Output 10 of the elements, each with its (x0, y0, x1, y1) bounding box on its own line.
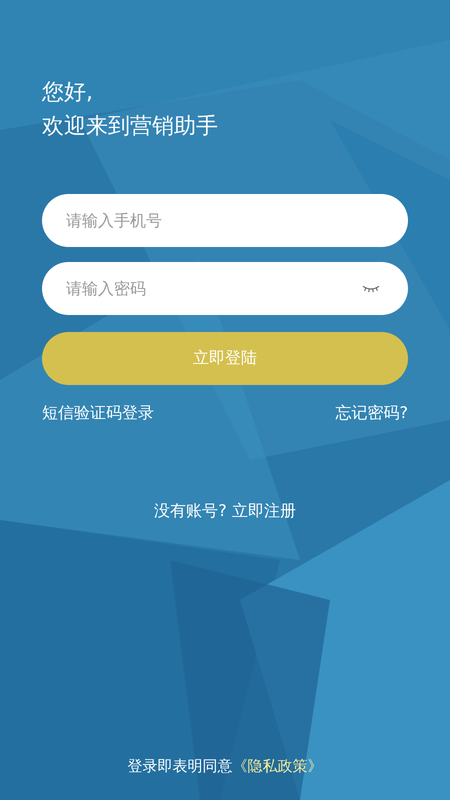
forgot-password-link[interactable]: 忘记密码? (336, 403, 408, 424)
greeting-text: 您好, (42, 79, 93, 107)
sms-login-link[interactable]: 短信验证码登录 (42, 403, 154, 424)
agreement-text: 登录即表明同意 (128, 757, 232, 776)
privacy-policy-link[interactable]: 《隐私政策》 (232, 757, 322, 776)
phone-input-field[interactable]: 请输入手机号 (42, 194, 408, 247)
greeting-text: 欢迎来到营销助手 (42, 113, 218, 141)
password-input-field[interactable]: 请输入密码 (42, 262, 408, 315)
register-link[interactable]: 没有账号? 立即注册 (154, 501, 296, 522)
closed-eye-icon[interactable] (362, 285, 380, 293)
